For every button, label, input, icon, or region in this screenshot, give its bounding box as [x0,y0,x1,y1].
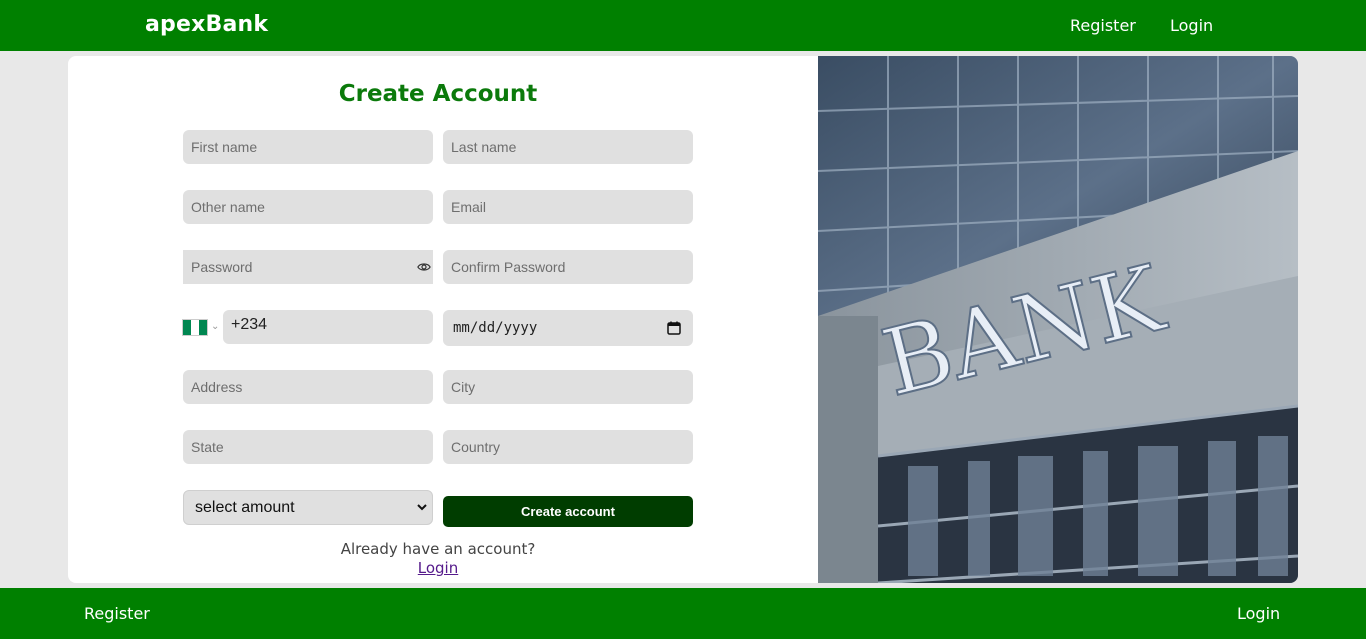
create-account-button[interactable]: Create account [443,496,693,527]
email-input[interactable]: Email [443,190,693,224]
footer-bar: Register Login [0,588,1366,639]
other-name-input[interactable]: Other name [183,190,433,224]
date-of-birth-input[interactable]: mm/dd/yyyy [443,310,693,346]
phone-input[interactable]: +234 [223,310,433,344]
nav-login-link[interactable]: Login [1170,16,1213,35]
chevron-down-icon [417,504,427,511]
already-account-text: Already have an account? [340,540,536,558]
eye-icon[interactable] [417,260,431,274]
brand-logo[interactable]: apexBank [145,12,268,37]
calendar-icon[interactable] [667,321,681,335]
bank-building-illustration: BANK [818,56,1298,583]
nigeria-flag-icon[interactable] [182,319,208,336]
last-name-input[interactable]: Last name [443,130,693,164]
signup-form: Create Account First name Last name Othe… [68,56,818,583]
nav-register-link[interactable]: Register [1070,16,1136,35]
country-input[interactable]: Country [443,430,693,464]
chevron-down-icon[interactable]: ⌄ [211,321,219,332]
city-input[interactable]: City [443,370,693,404]
address-input[interactable]: Address [183,370,433,404]
signup-card: Create Account First name Last name Othe… [68,56,1298,583]
footer-register-link[interactable]: Register [84,604,150,623]
footer-login-link[interactable]: Login [1237,604,1280,623]
bank-building-image: BANK [818,56,1298,583]
password-input[interactable]: Password [183,250,433,284]
amount-select[interactable]: select amount [183,490,433,525]
confirm-password-input[interactable]: Confirm Password [443,250,693,284]
form-title: Create Account [338,81,538,107]
first-name-input[interactable]: First name [183,130,433,164]
top-navbar: apexBank Register Login [0,0,1366,51]
login-link[interactable]: Login [68,559,808,577]
state-input[interactable]: State [183,430,433,464]
